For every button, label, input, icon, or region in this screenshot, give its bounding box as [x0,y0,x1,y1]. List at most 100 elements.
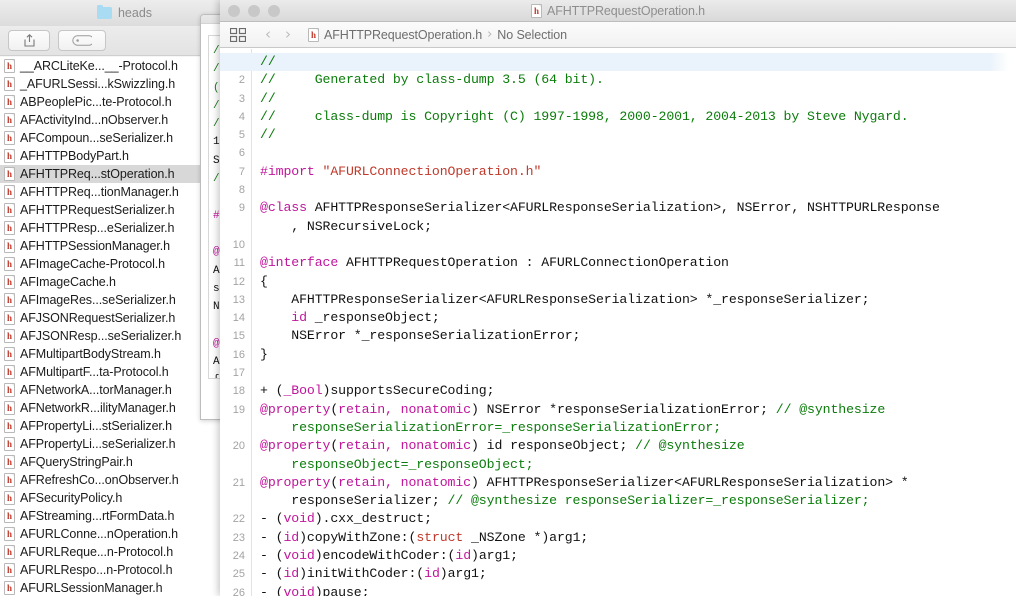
list-item[interactable]: h AFHTTPRequestSerializer.h [0,201,223,219]
code-token: void [283,511,315,527]
code-token: _responseObject; [306,310,440,326]
line-number-continuation [220,419,251,437]
list-item[interactable]: h AFPropertyLi...stSerializer.h [0,417,223,435]
code-token: "AFURLConnectionOperation.h" [322,163,542,179]
file-name-label: AFPropertyLi...seSerializer.h [20,437,176,451]
minimize-button[interactable] [248,4,260,17]
code-token: void [283,584,315,596]
zoom-button[interactable] [268,4,280,17]
list-item[interactable]: h AFMultipartBodyStream.h [0,345,223,363]
code-token: void [283,548,315,564]
list-item[interactable]: h AFQueryStringPair.h [0,453,223,471]
h-file-icon: h [4,347,15,361]
list-item[interactable]: h AFJSONRequestSerializer.h [0,309,223,327]
list-item[interactable]: h AFJSONResp...seSerializer.h [0,327,223,345]
list-item[interactable]: h AFCompoun...seSerializer.h [0,129,223,147]
navigate-back-icon[interactable]: ‹ [258,27,278,42]
line-number: 13 [232,293,245,306]
breadcrumb-selection[interactable]: No Selection [497,28,567,42]
line-number: 26 [232,586,245,596]
list-item[interactable]: h AFPropertyLi...seSerializer.h [0,435,223,453]
code-line: responseObject=_responseObject; [260,456,1016,474]
code-line: - (void)encodeWithCoder:(id)arg1; [260,547,1016,565]
h-file-icon: h [4,113,15,127]
list-item[interactable]: h AFHTTPSessionManager.h [0,237,223,255]
xcode-titlebar[interactable]: h AFHTTPRequestOperation.h [220,0,1016,22]
list-item[interactable]: h AFRefreshCo...onObserver.h [0,471,223,489]
file-name-label: _AFURLSessi...kSwizzling.h [20,77,176,91]
list-item[interactable]: h AFURLSessionManager.h [0,579,223,596]
file-name-label: AFHTTPReq...tionManager.h [20,185,179,199]
code-token: + ( [260,383,284,399]
list-item[interactable]: h AFSecurityPolicy.h [0,489,223,507]
finder-file-list[interactable]: h __ARCLiteKe...__-Protocol.h h _AFURLSessi… [0,57,223,596]
list-item[interactable]: h AFImageCache.h [0,273,223,291]
file-name-label: AFQueryStringPair.h [20,455,133,469]
list-item[interactable]: h __ARCLiteKe...__-Protocol.h [0,57,223,75]
code-token: @property [260,401,331,417]
h-file-icon: h [4,95,15,109]
finder-window: heads h __ARCLiteKe...__-Protocol.h h _A… [0,0,224,596]
line-number: 1 [238,56,245,68]
code-token: @class [260,200,315,216]
code-token: id [283,566,300,582]
list-item[interactable]: h AFNetworkA...torManager.h [0,381,223,399]
window-controls[interactable] [220,4,280,17]
file-name-label: AFHTTPReq...stOperation.h [20,167,175,181]
line-number: 24 [232,550,245,563]
editor-options-icon[interactable] [229,27,247,42]
line-number: 22 [232,513,245,526]
line-number: 2 [238,74,245,87]
code-line: NSError *_responseSerializationError; [260,327,1016,345]
share-button[interactable] [8,30,50,51]
h-file-icon: h [4,329,15,343]
breadcrumb-file-name[interactable]: AFHTTPRequestOperation.h [324,28,482,42]
file-name-label: AFStreaming...rtFormData.h [20,509,175,523]
line-number: 15 [232,330,245,343]
code-token: )pause; [314,584,370,596]
file-name-label: ABPeoplePic...te-Protocol.h [20,95,172,109]
list-item[interactable]: h AFMultipartF...ta-Protocol.h [0,363,223,381]
code-line: + (_Bool)supportsSecureCoding; [260,382,1016,400]
navigate-forward-icon[interactable]: › [278,27,298,42]
list-item[interactable]: h AFNetworkR...ilityManager.h [0,399,223,417]
code-token: responseObject=_responseObject; [260,456,534,472]
list-item[interactable]: h AFStreaming...rtFormData.h [0,507,223,525]
code-line: - (id)initWithCoder:(id)arg1; [260,565,1016,583]
line-number-continuation [220,492,251,510]
code-text-area[interactable]: // // Generated by class-dump 3.5 (64 bit… [252,49,1016,596]
h-file-icon: h [4,293,15,307]
code-line: // class-dump is Copyright (C) 1997-1998… [260,108,1016,126]
list-item[interactable]: h AFURLReque...n-Protocol.h [0,543,223,561]
line-number: 3 [238,92,245,105]
code-token: id [291,310,307,326]
line-number: 17 [232,367,245,380]
h-file-icon: h [4,239,15,253]
h-file-icon: h [4,185,15,199]
xcode-source-editor[interactable]: 123456789 10 11 12 13 14 15 16 17 18 19 20 21 22 2… [220,49,1016,596]
line-number: 14 [232,312,245,325]
list-item[interactable]: h AFHTTPResp...eSerializer.h [0,219,223,237]
list-item[interactable]: h _AFURLSessi...kSwizzling.h [0,75,223,93]
h-file-icon: h [4,545,15,559]
h-file-icon: h [4,275,15,289]
list-item[interactable]: h AFActivityInd...nObserver.h [0,111,223,129]
list-item[interactable]: h AFHTTPReq...tionManager.h [0,183,223,201]
code-token: ( [330,401,339,417]
list-item[interactable]: h AFImageCache-Protocol.h [0,255,223,273]
breadcrumb-separator-icon: › [487,27,493,42]
list-item[interactable]: h AFImageRes...seSerializer.h [0,291,223,309]
code-token: AFHTTPResponseSerializer<AFURLResponseSe… [314,200,940,216]
close-button[interactable] [228,4,240,17]
list-item[interactable]: h AFURLConne...nOperation.h [0,525,223,543]
list-item[interactable]: h AFHTTPReq...stOperation.h [0,165,223,183]
list-item[interactable]: h AFURLRespo...n-Protocol.h [0,561,223,579]
file-name-label: AFMultipartBodyStream.h [20,347,161,361]
h-file-icon: h [4,527,15,541]
list-item[interactable]: h ABPeoplePic...te-Protocol.h [0,93,223,111]
tag-button[interactable] [58,30,106,51]
code-line: // Generated by class-dump 3.5 (64 bit). [260,71,1016,89]
list-item[interactable]: h AFHTTPBodyPart.h [0,147,223,165]
finder-titlebar[interactable]: heads [0,0,223,26]
